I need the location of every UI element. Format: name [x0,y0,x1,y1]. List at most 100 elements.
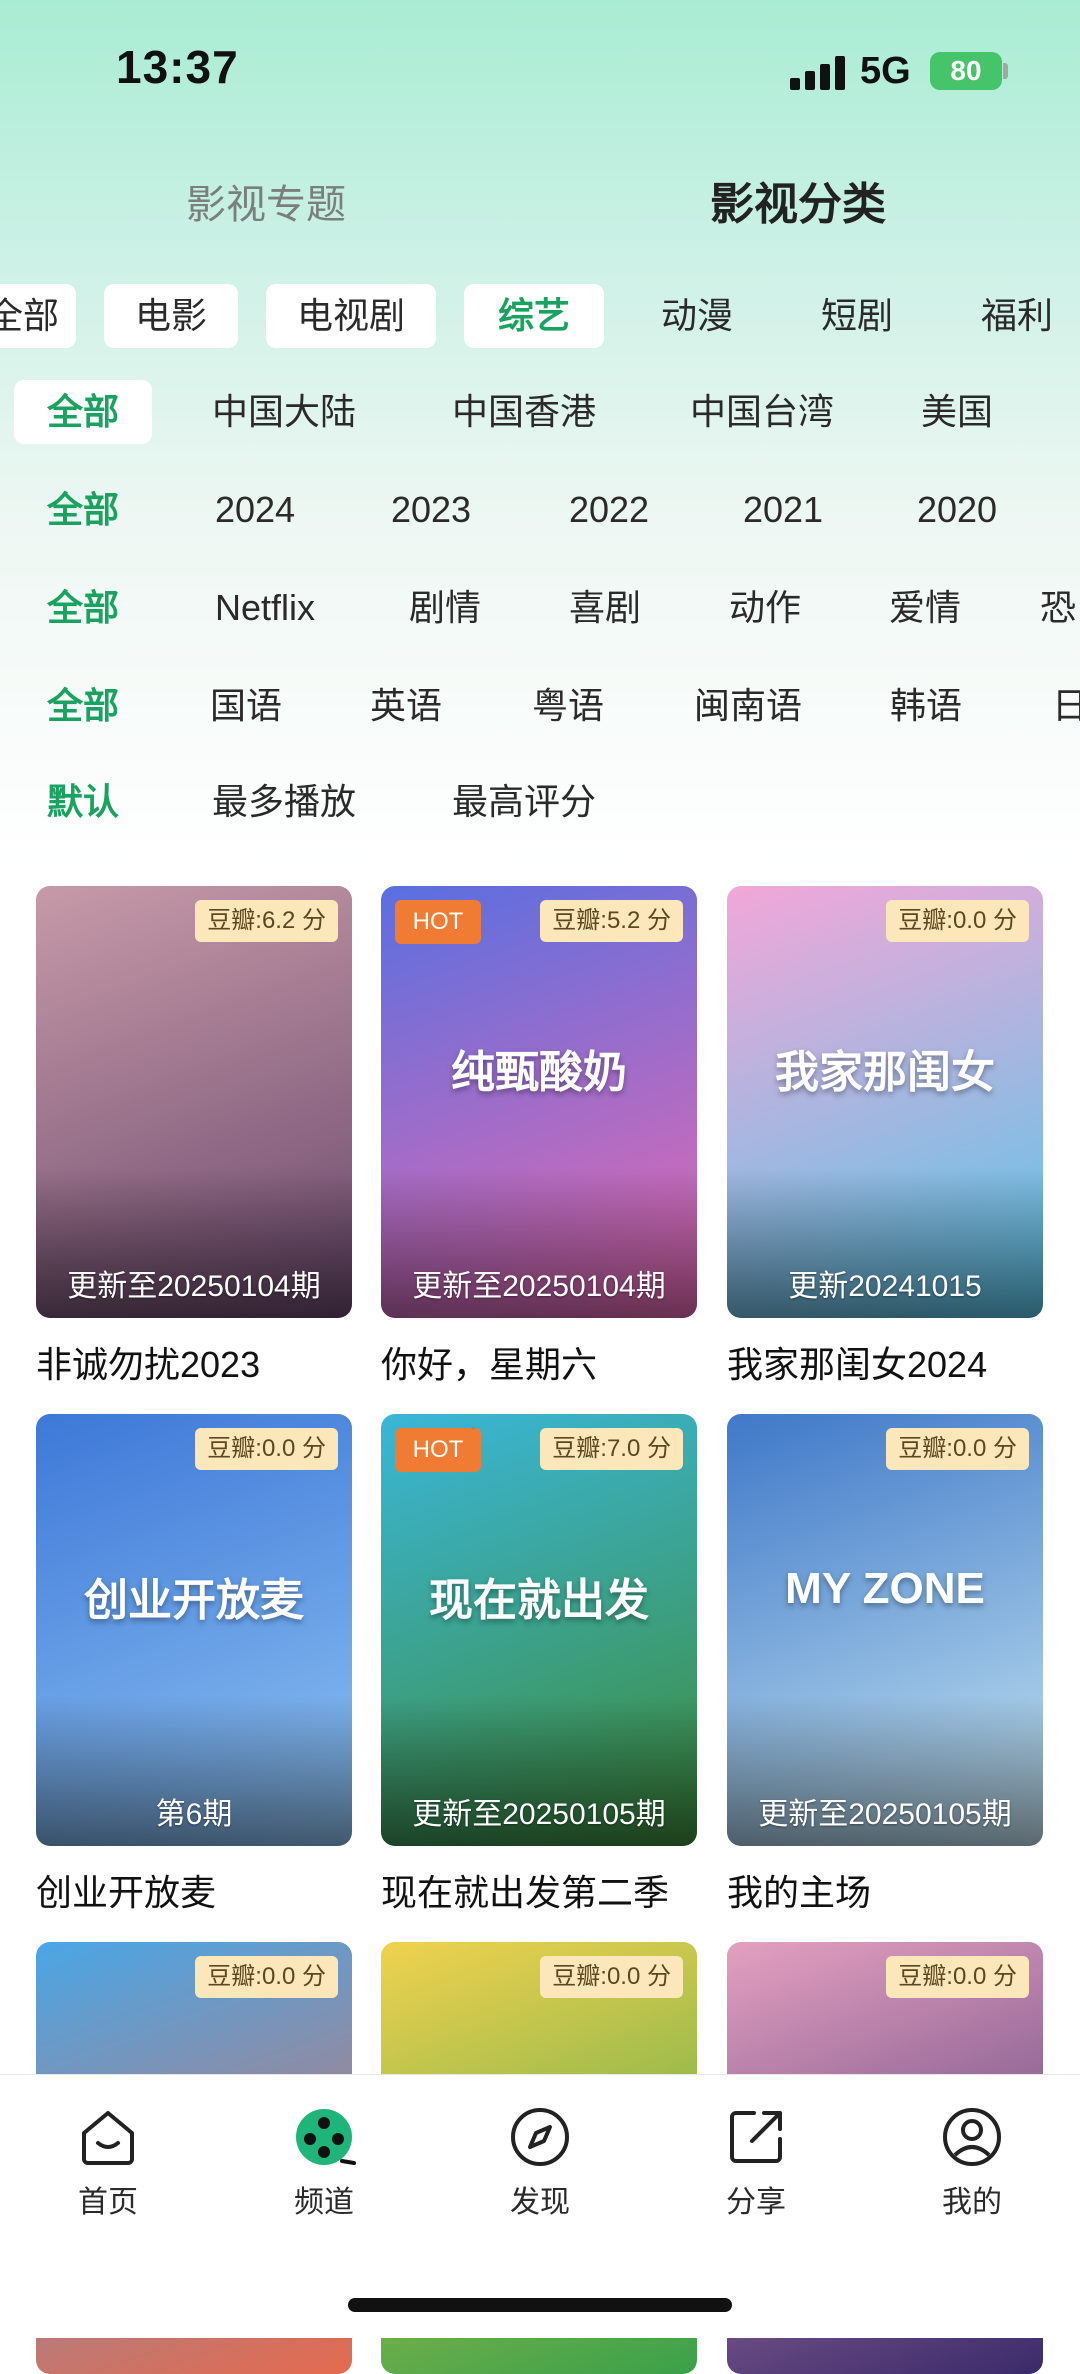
poster-image: 创业开放麦 豆瓣:0.0 分第6期 [36,1414,352,1846]
filter-region-taiwan[interactable]: 中国台湾 [674,380,850,444]
filter-row-type: 全部 电影 电视剧 综艺 动漫 短剧 福利 [0,284,1080,354]
filter-year-2021[interactable]: 2021 [724,478,842,542]
filter-lang-english[interactable]: 英语 [356,674,456,738]
nav-channel-label: 频道 [294,2186,354,2219]
poster-image: 我家那闺女 豆瓣:0.0 分更新20241015 [727,886,1043,1318]
filter-type-tv[interactable]: 电视剧 [266,284,436,348]
channel-icon [296,2109,356,2165]
battery-icon: 80 [930,52,1002,90]
poster-image: MY ZONE 豆瓣:0.0 分更新至20250105期 [727,1414,1043,1846]
douban-score-badge: 豆瓣:7.0 分 [540,1428,683,1470]
status-time: 13:37 [116,41,239,93]
compass-icon [511,2108,569,2166]
filter-lang-mandarin[interactable]: 国语 [196,674,296,738]
filter-genre-all[interactable]: 全部 [14,576,152,640]
filter-lang-korean[interactable]: 韩语 [876,674,976,738]
douban-score-badge: 豆瓣:6.2 分 [195,900,338,942]
filter-lang-all[interactable]: 全部 [14,674,152,738]
card-title: 非诚勿扰2023 [36,1344,261,1385]
filter-year-2023[interactable]: 2023 [372,478,490,542]
update-status: 更新至20250104期 [67,1270,321,1303]
filter-year-2020[interactable]: 2020 [898,478,1016,542]
filter-row-genre: 全部 Netflix 剧情 喜剧 动作 爱情 恐 [0,576,1080,646]
content-card[interactable]: 豆瓣:6.2 分更新至20250104期非诚勿扰2023 [36,886,352,1388]
filter-row-region: 全部 中国大陆 中国香港 中国台湾 美国 [0,380,1080,450]
nav-channel[interactable]: 频道 [264,2105,384,2221]
nav-home-label: 首页 [78,2186,138,2219]
filter-lang-japanese[interactable]: 日 [1052,674,1080,738]
share-icon [730,2111,782,2163]
douban-score-badge: 豆瓣:0.0 分 [540,1956,683,1998]
card-title: 现在就出发第二季 [381,1872,670,1913]
filter-type-short[interactable]: 短剧 [792,284,922,348]
content-card[interactable]: 创业开放麦 豆瓣:0.0 分第6期 创业开放麦 [36,1414,352,1916]
content-card[interactable]: 我家那闺女 豆瓣:0.0 分更新20241015 我家那闺女2024 [727,886,1043,1388]
hot-badge: HOT [395,900,481,944]
poster-logo-text: 创业开放麦 [84,1576,304,1625]
filter-genre-romance[interactable]: 爱情 [866,576,984,640]
nav-profile-label: 我的 [942,2186,1002,2219]
filter-region-all[interactable]: 全部 [14,380,152,444]
filter-type-all[interactable]: 全部 [0,284,76,348]
douban-score-badge: 豆瓣:0.0 分 [886,1956,1029,1998]
update-status: 更新至20250105期 [412,1798,666,1831]
poster-image: 现在就出发 豆瓣:7.0 分 HOT 更新至20250105期 [381,1414,697,1846]
sort-most-played[interactable]: 最多播放 [196,770,372,834]
tab-category[interactable]: 影视分类 [710,168,886,232]
filter-year-2022[interactable]: 2022 [550,478,668,542]
tab-special-topics[interactable]: 影视专题 [186,172,346,230]
card-title: 你好，星期六 [381,1344,598,1385]
content-card[interactable]: 纯甄酸奶 豆瓣:5.2 分 HOT 更新至20250104期你好，星期六 [381,886,697,1388]
poster-logo-text: 现在就出发 [429,1576,649,1625]
card-title: 我的主场 [727,1872,872,1913]
filter-region-mainland[interactable]: 中国大陆 [196,380,372,444]
home-indicator [348,2298,732,2312]
content-card[interactable]: MY ZONE 豆瓣:0.0 分更新至20250105期我的主场 [727,1414,1043,1916]
sort-default[interactable]: 默认 [14,770,152,834]
nav-share-label: 分享 [726,2186,786,2219]
update-status: 更新至20250104期 [412,1270,666,1303]
poster-image: 纯甄酸奶 豆瓣:5.2 分 HOT 更新至20250104期 [381,886,697,1318]
content-card[interactable]: 现在就出发 豆瓣:7.0 分 HOT 更新至20250105期现在就出发第二季 [381,1414,697,1916]
filter-row-language: 全部 国语 英语 粤语 闽南语 韩语 日 [0,674,1080,744]
battery-level: 80 [950,55,982,86]
douban-score-badge: 豆瓣:0.0 分 [195,1956,338,1998]
update-status: 更新20241015 [788,1270,982,1303]
poster-logo-text: 纯甄酸奶 [451,1048,627,1097]
filter-row-year: 全部 2024 2023 2022 2021 2020 [0,478,1080,548]
poster-logo-text: MY ZONE [785,1564,985,1613]
nav-discover[interactable]: 发现 [480,2105,600,2221]
profile-icon [943,2108,1001,2166]
filter-region-hongkong[interactable]: 中国香港 [436,380,612,444]
filter-lang-minnan[interactable]: 闽南语 [680,674,816,738]
douban-score-badge: 豆瓣:0.0 分 [886,900,1029,942]
poster-logo-text: 我家那闺女 [775,1048,995,1097]
sort-top-rated[interactable]: 最高评分 [436,770,612,834]
filter-year-all[interactable]: 全部 [14,478,152,542]
filter-genre-drama[interactable]: 剧情 [386,576,504,640]
status-bar: 13:37 5G 80 [0,0,1080,140]
filter-genre-comedy[interactable]: 喜剧 [546,576,664,640]
filter-type-variety[interactable]: 综艺 [464,284,604,348]
filter-row-sort: 默认 最多播放 最高评分 [0,770,1080,840]
filter-lang-cantonese[interactable]: 粤语 [518,674,618,738]
hot-badge: HOT [395,1428,481,1472]
filter-genre-netflix[interactable]: Netflix [196,576,334,640]
network-type: 5G [860,50,911,92]
nav-profile[interactable]: 我的 [912,2105,1032,2221]
update-status: 更新至20250105期 [758,1798,1012,1831]
filter-genre-horror[interactable]: 恐 [1040,576,1080,640]
nav-share[interactable]: 分享 [696,2105,816,2221]
nav-home[interactable]: 首页 [48,2105,168,2221]
filter-type-movie[interactable]: 电影 [104,284,238,348]
home-icon [82,2111,134,2165]
signal-icon [790,56,845,90]
douban-score-badge: 豆瓣:0.0 分 [195,1428,338,1470]
filter-region-usa[interactable]: 美国 [902,380,1012,444]
douban-score-badge: 豆瓣:5.2 分 [540,900,683,942]
filter-year-2024[interactable]: 2024 [196,478,314,542]
filter-genre-action[interactable]: 动作 [706,576,824,640]
card-title: 创业开放麦 [36,1872,217,1913]
filter-type-anime[interactable]: 动漫 [632,284,762,348]
filter-type-welfare[interactable]: 福利 [952,284,1080,348]
